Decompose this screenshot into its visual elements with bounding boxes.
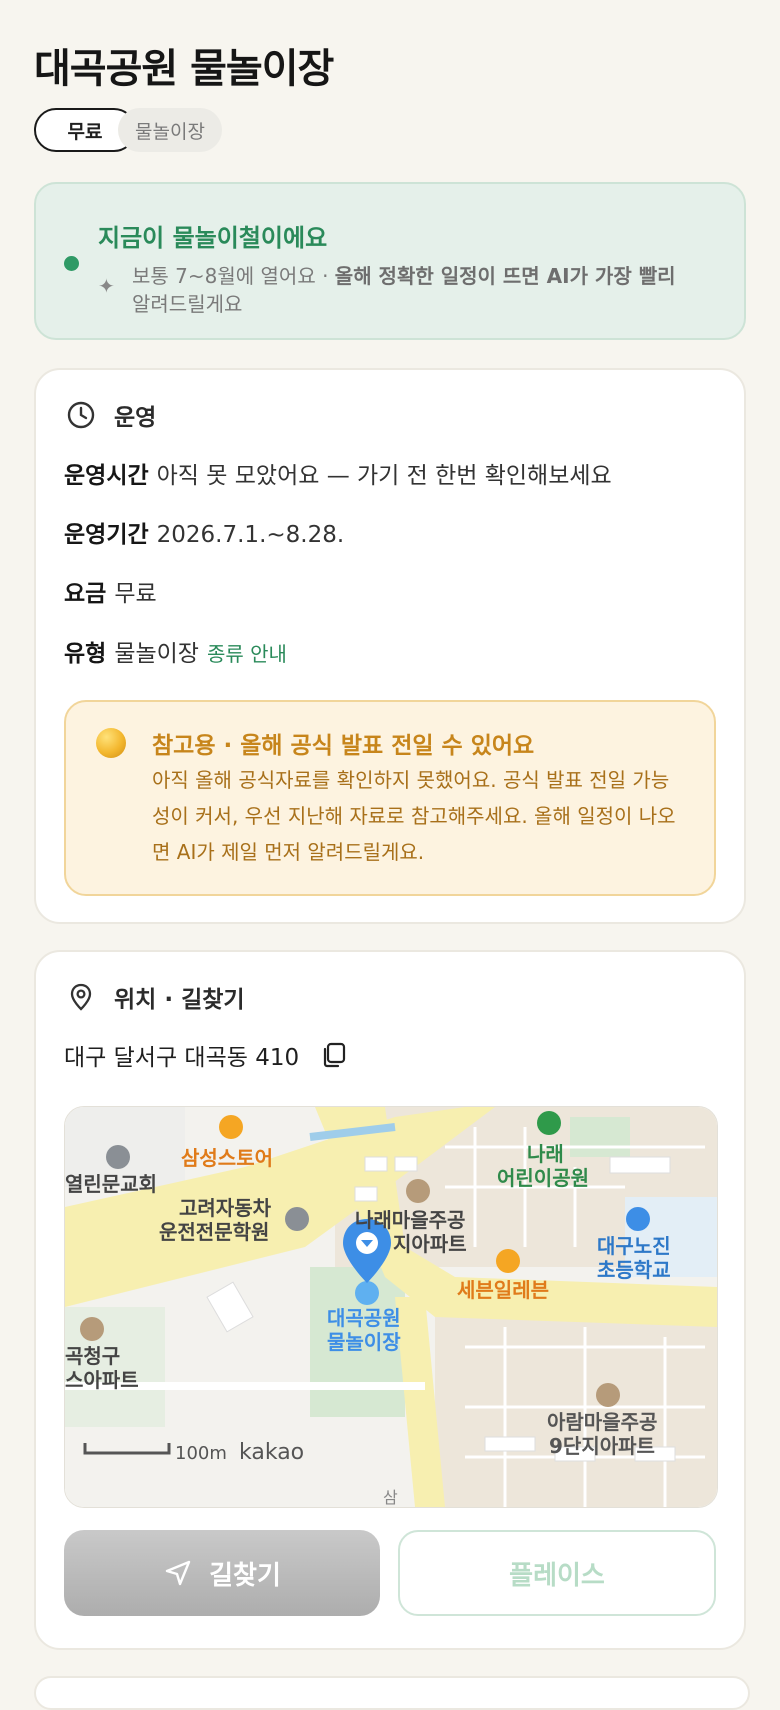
detail-page: 대곡공원 물놀이장 무료 물놀이장 지금이 물놀이철이에요 ✦ 보통 7~8월에… bbox=[0, 0, 780, 1710]
map-label-target1: 대곡공원 bbox=[327, 1306, 401, 1330]
operation-header: 운영 bbox=[66, 398, 156, 432]
row-period-value: 2026.7.1.~8.28. bbox=[156, 522, 345, 548]
row-hours: 운영시간 아직 못 모았어요 — 가기 전 한번 확인해보세요 bbox=[64, 456, 612, 490]
map-label-narae-apt1: 나래마을주공 bbox=[355, 1208, 465, 1232]
notice-title: 참고용 · 올해 공식 발표 전일 수 있어요 bbox=[152, 733, 535, 759]
row-hours-value: 아직 못 모았어요 — 가기 전 한번 확인해보세요 bbox=[156, 463, 612, 489]
status-dot bbox=[64, 256, 79, 271]
map-label-aram2: 9단지아파트 bbox=[549, 1434, 655, 1458]
map-label-narae-park2: 어린이공원 bbox=[497, 1166, 589, 1190]
location-card: 위치 · 길찾기 대구 달서구 대곡동 410 삼성스토어 열린문교회 고려자동… bbox=[34, 950, 746, 1650]
map-label-church: 열린문교회 bbox=[65, 1172, 157, 1196]
row-fee: 요금 무료 bbox=[64, 574, 157, 608]
row-fee-label: 요금 bbox=[64, 581, 107, 607]
moon-icon bbox=[96, 728, 126, 758]
row-period: 운영기간 2026.7.1.~8.28. bbox=[64, 515, 344, 549]
next-card-peek bbox=[34, 1676, 750, 1710]
notice-box: 참고용 · 올해 공식 발표 전일 수 있어요 아직 올해 공식자료를 확인하지… bbox=[64, 700, 716, 896]
map-brand: kakao bbox=[239, 1440, 304, 1465]
season-title: 지금이 물놀이철이에요 bbox=[98, 224, 328, 252]
type-guide-link[interactable]: 종류 안내 bbox=[207, 642, 287, 666]
page-title: 대곡공원 물놀이장 bbox=[34, 46, 334, 92]
row-fee-value: 무료 bbox=[114, 581, 157, 607]
address-row: 대구 달서구 대곡동 410 bbox=[64, 1038, 349, 1072]
map-label-school1: 대구노진 bbox=[597, 1234, 671, 1258]
clock-icon bbox=[66, 400, 96, 430]
map-label-driving2: 운전전문학원 bbox=[159, 1220, 269, 1244]
row-type: 유형 물놀이장 종류 안내 bbox=[64, 634, 287, 668]
place-button[interactable]: 플레이스 bbox=[398, 1530, 716, 1616]
map-label-cheonggu2: 스아파트 bbox=[65, 1368, 139, 1392]
navigation-icon bbox=[165, 1560, 191, 1586]
map-label-road: 삼 bbox=[383, 1488, 398, 1507]
route-button-label: 길찾기 bbox=[209, 1560, 281, 1591]
address-text: 대구 달서구 대곡동 410 bbox=[64, 1045, 300, 1071]
map-label-school2: 초등학교 bbox=[597, 1258, 671, 1282]
map-scale: 100m bbox=[175, 1443, 227, 1464]
place-button-label: 플레이스 bbox=[509, 1560, 605, 1591]
copy-icon[interactable] bbox=[319, 1040, 349, 1070]
operation-card: 운영 운영시간 아직 못 모았어요 — 가기 전 한번 확인해보세요 운영기간 20… bbox=[34, 368, 746, 924]
location-pin-icon bbox=[66, 982, 96, 1012]
location-header: 위치 · 길찾기 bbox=[66, 980, 245, 1014]
route-button[interactable]: 길찾기 bbox=[64, 1530, 380, 1616]
season-desc-tail: 알려드릴게요 bbox=[132, 292, 243, 316]
map-label-seven: 세븐일레븐 bbox=[457, 1278, 549, 1302]
season-desc-plain: 보통 7~8월에 열어요 · bbox=[132, 264, 335, 288]
map-label-narae-apt2: 지아파트 bbox=[393, 1232, 467, 1256]
row-type-label: 유형 bbox=[64, 641, 107, 667]
season-desc: 보통 7~8월에 열어요 · 올해 정확한 일정이 뜨면 AI가 가장 빨리 알… bbox=[132, 262, 722, 318]
location-label: 위치 · 길찾기 bbox=[114, 987, 245, 1013]
season-banner: 지금이 물놀이철이에요 ✦ 보통 7~8월에 열어요 · 올해 정확한 일정이 … bbox=[34, 182, 746, 340]
chip-category: 물놀이장 bbox=[118, 108, 222, 152]
row-type-value: 물놀이장 bbox=[114, 641, 199, 667]
map-label-narae-park1: 나래 bbox=[527, 1142, 564, 1166]
row-hours-label: 운영시간 bbox=[64, 463, 149, 489]
map-label-aram1: 아람마을주공 bbox=[547, 1410, 657, 1434]
sparkle-icon: ✦ bbox=[98, 274, 115, 298]
map-view[interactable]: 삼성스토어 열린문교회 고려자동차 운전전문학원 나래마을주공 지아파트 나래 … bbox=[64, 1106, 718, 1508]
operation-label: 운영 bbox=[114, 405, 157, 431]
season-desc-bold: 올해 정확한 일정이 뜨면 AI가 가장 빨리 bbox=[334, 264, 676, 288]
map-label-samsung: 삼성스토어 bbox=[181, 1146, 273, 1170]
notice-body: 아직 올해 공식자료를 확인하지 못했어요. 공식 발표 전일 가능성이 커서,… bbox=[152, 768, 676, 864]
row-period-label: 운영기간 bbox=[64, 522, 149, 548]
map-label-cheonggu1: 곡청구 bbox=[65, 1344, 120, 1368]
map-label-driving1: 고려자동차 bbox=[179, 1196, 272, 1220]
map-label-target2: 물놀이장 bbox=[327, 1330, 401, 1354]
